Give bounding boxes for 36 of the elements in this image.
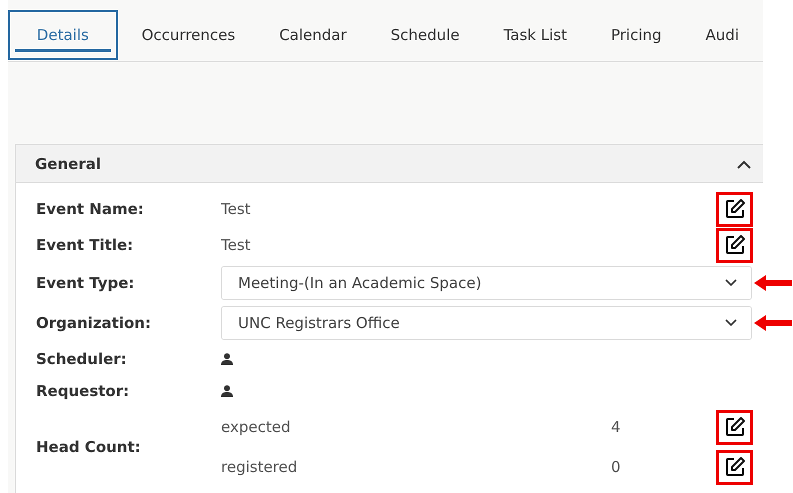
tab[interactable]: Task List	[484, 10, 587, 60]
dropdown-field[interactable]: Meeting-(In an Academic Space)	[221, 266, 752, 300]
count-value: 0	[611, 456, 621, 478]
edit-icon	[724, 456, 746, 478]
edit-button[interactable]	[716, 192, 753, 226]
edit-button[interactable]	[716, 410, 753, 444]
tab[interactable]: Calendar	[259, 10, 367, 60]
tab[interactable]: Audi	[686, 10, 759, 60]
field-label: Event Title:	[36, 234, 134, 256]
person-icon	[221, 353, 233, 365]
tab[interactable]: Schedule	[370, 10, 480, 60]
edit-icon	[724, 198, 746, 220]
count-name: registered	[221, 456, 298, 478]
field-label: Organization:	[36, 312, 152, 334]
dropdown-field[interactable]: UNC Registrars Office	[221, 306, 752, 340]
field-label: Scheduler:	[36, 348, 128, 370]
count-value: 4	[611, 416, 621, 438]
tab[interactable]: Details	[8, 10, 118, 60]
edit-icon	[724, 234, 746, 256]
tab[interactable]: Occurrences	[122, 10, 256, 60]
edit-button[interactable]	[716, 228, 753, 262]
field-label: Event Type:	[36, 272, 136, 294]
tab[interactable]: Pricing	[590, 10, 682, 60]
field-value: Test	[221, 234, 251, 256]
field-label: Requestor:	[36, 380, 130, 402]
chevron-down-icon	[725, 319, 737, 327]
count-name: expected	[221, 416, 292, 438]
field-label: Event Name:	[36, 198, 145, 220]
chevron-up-icon[interactable]	[737, 160, 751, 169]
person-icon	[221, 385, 233, 397]
panel-title: General	[35, 154, 101, 172]
edit-icon	[724, 416, 746, 438]
field-label: Head Count:	[36, 436, 142, 458]
edit-button[interactable]	[716, 450, 753, 484]
field-value: Test	[221, 198, 251, 220]
chevron-down-icon	[725, 279, 737, 287]
